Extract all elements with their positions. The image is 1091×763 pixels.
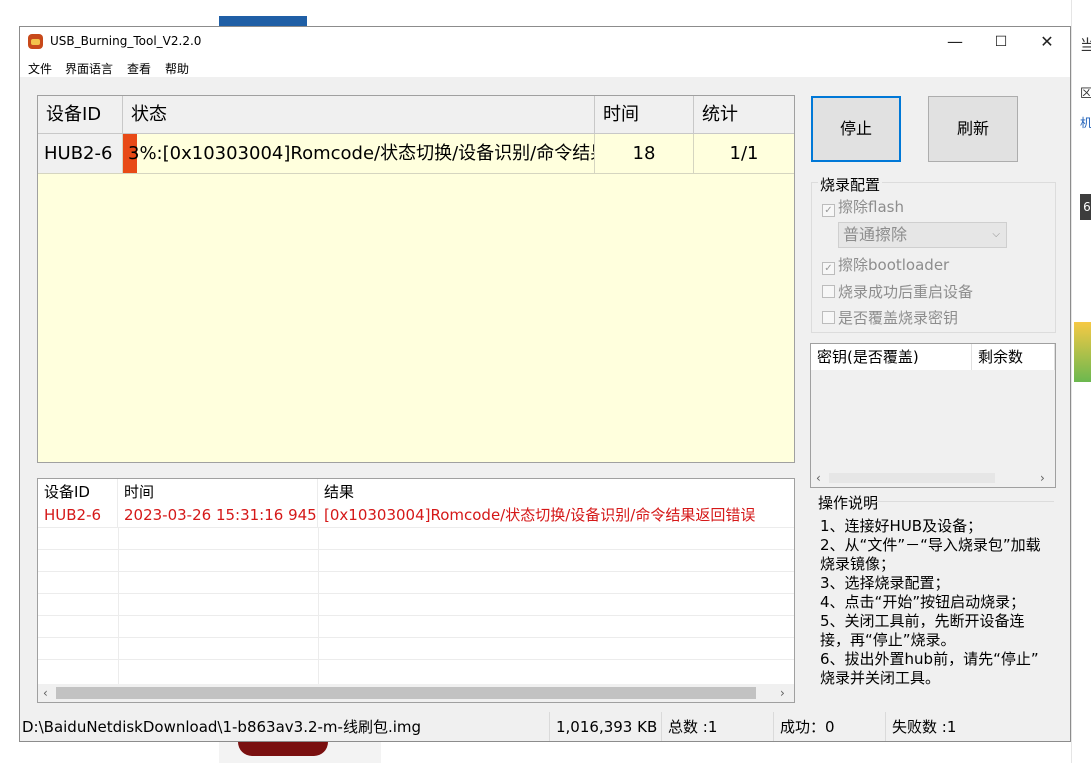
status-file-path: D:\BaiduNetdiskDownload\1-b863av3.2-m-线刷… (22, 712, 550, 741)
log-cell-time[interactable]: 2023-03-26 15:31:16 945 (118, 503, 318, 527)
background-fragment: 6 (1080, 194, 1091, 220)
log-table: 设备ID 时间 结果 HUB2-6 2023-03-26 15:31:16 94… (37, 478, 795, 703)
checkbox-unchecked-icon (822, 311, 835, 324)
minimize-button[interactable]: — (932, 27, 978, 57)
grid-header-device-id: 设备ID (38, 96, 123, 134)
erase-mode-select[interactable]: 普通擦除 ⌵ (838, 222, 1007, 248)
log-cell-result[interactable]: [0x10303004]Romcode/状态切换/设备识别/命令结果返回错误 (318, 503, 794, 527)
row-divider (38, 615, 794, 616)
overwrite-key-checkbox[interactable]: 是否覆盖烧录密钥 (822, 307, 958, 328)
status-bar: D:\BaiduNetdiskDownload\1-b863av3.2-m-线刷… (20, 712, 1070, 741)
checkbox-unchecked-icon (822, 285, 835, 298)
scroll-right-icon[interactable]: › (1040, 471, 1045, 485)
checkbox-checked-icon: ✓ (822, 204, 835, 217)
grid-cell-stats[interactable]: 1/1 (694, 134, 794, 174)
instruction-line: 4、点击“开始”按钮启动烧录； (820, 593, 1026, 611)
grid-header-stats: 统计 (694, 96, 794, 134)
menu-file[interactable]: 文件 (28, 60, 52, 77)
background-game-image (1074, 322, 1091, 382)
app-window: USB_Burning_Tool_V2.2.0 — ☐ ✕ 文件 界面语言 查看… (19, 26, 1071, 742)
close-button[interactable]: ✕ (1024, 27, 1070, 57)
menu-help[interactable]: 帮助 (165, 60, 189, 77)
instruction-line: 2、从“文件”－“导入烧录包”加载 (820, 536, 1041, 554)
refresh-button[interactable]: 刷新 (928, 96, 1018, 162)
status-fail: 失败数 :1 (892, 718, 957, 736)
row-divider (38, 637, 794, 638)
status-success: 成功：0 (780, 712, 886, 741)
status-text: 3%:[0x10303004]Romcode/状态切换/设备识别/命令结果 (128, 143, 595, 164)
scroll-left-icon[interactable]: ‹ (816, 471, 821, 485)
row-divider (38, 593, 794, 594)
row-divider (38, 549, 794, 550)
log-header-result: 结果 (324, 483, 355, 501)
scroll-left-icon[interactable]: ‹ (43, 686, 48, 700)
grid-cell-device-id[interactable]: HUB2-6 (38, 134, 123, 174)
instruction-line: 1、连接好HUB及设备； (820, 517, 983, 535)
key-header-key: 密钥(是否覆盖) (811, 344, 972, 370)
erase-bootloader-checkbox[interactable]: ✓ 擦除bootloader (822, 254, 949, 275)
instruction-line: 3、选择烧录配置； (820, 574, 950, 592)
scroll-right-icon[interactable]: › (780, 686, 785, 700)
maximize-button[interactable]: ☐ (978, 27, 1024, 57)
instruction-line: 烧录并关闭工具。 (820, 669, 941, 687)
instruction-line: 5、关闭工具前，先断开设备连 (820, 612, 1025, 630)
menu-view[interactable]: 查看 (127, 60, 151, 77)
app-icon (28, 34, 43, 49)
instructions-panel: 操作说明 1、连接好HUB及设备； 2、从“文件”－“导入烧录包”加载 烧录镜像… (810, 492, 1056, 687)
grid-cell-time[interactable]: 18 (595, 134, 694, 174)
group-border (872, 501, 1054, 502)
stop-button[interactable]: 停止 (811, 96, 901, 162)
background-image-fragment (238, 742, 328, 756)
background-fragment: 机 (1080, 116, 1091, 130)
burn-config-title: 烧录配置 (818, 174, 883, 195)
menu-language[interactable]: 界面语言 (65, 60, 113, 77)
log-scrollbar[interactable]: ‹ › (38, 684, 794, 702)
instruction-line: 烧录镜像； (820, 555, 896, 573)
grid-header-time: 时间 (595, 96, 694, 134)
col-divider (318, 527, 319, 684)
background-fragment: 当 (1080, 36, 1091, 54)
row-divider (38, 527, 794, 528)
key-table: 密钥(是否覆盖) 剩余数 ‹ › (810, 343, 1056, 488)
erase-flash-checkbox[interactable]: ✓ 擦除flash (822, 196, 904, 217)
log-header-time: 时间 (118, 479, 318, 503)
instructions-title: 操作说明 (818, 494, 879, 512)
window-title: USB_Burning_Tool_V2.2.0 (50, 34, 202, 48)
reboot-after-checkbox[interactable]: 烧录成功后重启设备 (822, 281, 973, 302)
status-file-size: 1,016,393 KB (556, 712, 662, 741)
key-table-scrollbar[interactable]: ‹ › (811, 469, 1055, 487)
instruction-line: 6、拔出外置hub前，请先“停止” (820, 650, 1039, 668)
device-grid: 设备ID 状态 时间 统计 HUB2-6 3%:[0x10303004]Romc… (37, 95, 795, 463)
background-window-strip (219, 16, 307, 26)
title-bar[interactable]: USB_Burning_Tool_V2.2.0 — ☐ ✕ (20, 27, 1070, 57)
log-cell-device-id[interactable]: HUB2-6 (38, 503, 118, 527)
grid-header-status: 状态 (123, 96, 595, 134)
background-window-right: 当 区 机 6 (1071, 0, 1091, 763)
scrollbar-thumb[interactable] (56, 687, 756, 699)
checkbox-checked-icon: ✓ (822, 262, 835, 275)
menu-bar: 文件 界面语言 查看 帮助 (20, 57, 1070, 77)
status-total: 总数 :1 (668, 712, 774, 741)
log-header-device-id: 设备ID (38, 479, 118, 503)
grid-cell-status[interactable]: 3%:[0x10303004]Romcode/状态切换/设备识别/命令结果 (123, 134, 595, 174)
chevron-down-icon: ⌵ (992, 229, 1000, 240)
burn-config-group: 烧录配置 ✓ 擦除flash 普通擦除 ⌵ ✓ 擦除bootloader 烧录成功后… (811, 174, 1056, 333)
background-fragment: 区 (1080, 86, 1091, 100)
scrollbar-thumb[interactable] (829, 473, 995, 483)
col-divider (118, 527, 119, 684)
key-header-remaining: 剩余数 (972, 344, 1055, 370)
row-divider (38, 659, 794, 660)
row-divider (38, 571, 794, 572)
instruction-line: 接，再“停止”烧录。 (820, 631, 956, 649)
